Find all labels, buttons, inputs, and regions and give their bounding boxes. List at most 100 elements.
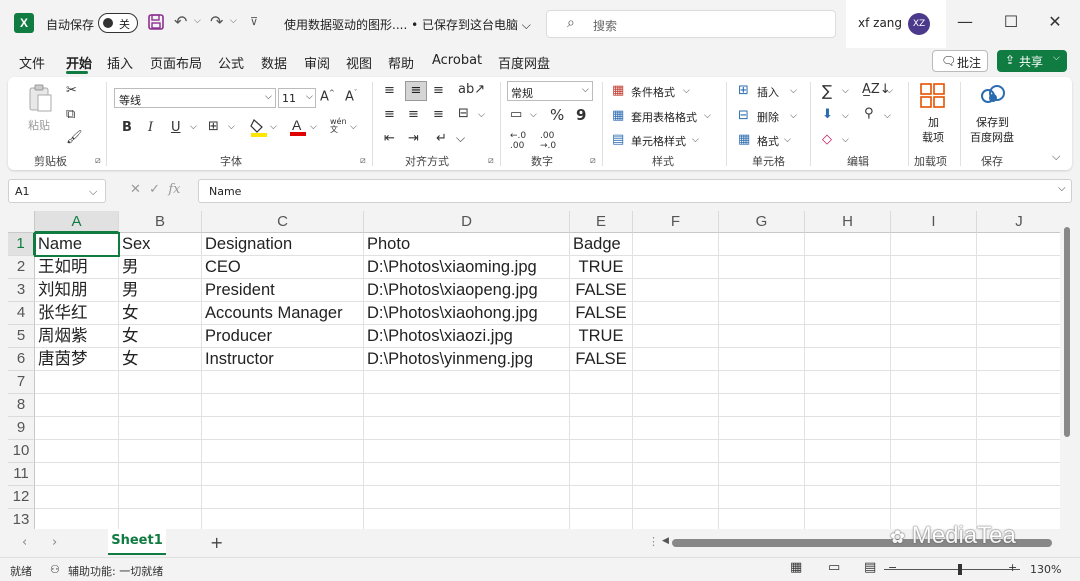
cell[interactable] (805, 325, 891, 348)
align-middle-icon[interactable]: ≡ (405, 81, 427, 101)
cell[interactable] (364, 394, 570, 417)
align-bottom-icon[interactable]: ≡ (433, 83, 444, 98)
cell[interactable] (719, 509, 805, 529)
align-left-icon[interactable]: ≡ (384, 107, 395, 122)
cell[interactable] (805, 256, 891, 279)
chevron-down-icon[interactable]: ⌵ (790, 111, 797, 121)
cell[interactable]: Badge (570, 233, 633, 256)
column-header[interactable]: A (35, 211, 119, 233)
currency-dropdown-icon[interactable]: ⌵ (530, 110, 537, 120)
accessibility-status[interactable]: 辅助功能: 一切就绪 (68, 563, 163, 579)
cell[interactable]: 张华红 (35, 302, 119, 325)
format-painter-icon[interactable]: 🖌 (66, 130, 83, 145)
cell[interactable] (364, 463, 570, 486)
customize-toolbar-icon[interactable]: ⊽ (250, 15, 258, 28)
cell[interactable] (119, 440, 202, 463)
table-format-button[interactable]: 套用表格格式 (631, 109, 697, 125)
format-cells-icon[interactable]: ▦ (738, 132, 750, 147)
orientation-icon[interactable]: ab↗ (458, 82, 485, 97)
cell[interactable]: 唐茵梦 (35, 348, 119, 371)
column-header[interactable]: G (719, 211, 805, 233)
normal-view-icon[interactable]: ▦ (790, 560, 802, 575)
cell[interactable] (891, 486, 977, 509)
font-size-select[interactable]: 11 ⌵ (278, 88, 316, 108)
cell[interactable]: D:\Photos\xiaopeng.jpg (364, 279, 570, 302)
cell[interactable] (35, 486, 119, 509)
decrease-decimal-icon[interactable]: .00 →.0 (540, 131, 556, 151)
zoom-in-icon[interactable]: + (1008, 561, 1017, 574)
cell[interactable]: 刘知朋 (35, 279, 119, 302)
formula-input[interactable]: Name (198, 179, 1072, 203)
tab-review[interactable]: 审阅 (304, 53, 330, 72)
cell[interactable]: D:\Photos\yinmeng.jpg (364, 348, 570, 371)
cell[interactable] (977, 394, 1060, 417)
undo-dropdown-icon[interactable]: ⌵ (194, 16, 201, 26)
increase-indent-icon[interactable]: ⇥ (408, 131, 419, 146)
cell[interactable] (364, 417, 570, 440)
cell[interactable] (719, 302, 805, 325)
tab-page-layout[interactable]: 页面布局 (150, 53, 202, 72)
cell[interactable] (719, 417, 805, 440)
cell[interactable]: Photo (364, 233, 570, 256)
find-dropdown-icon[interactable]: ⌵ (884, 111, 891, 121)
tab-acrobat[interactable]: Acrobat (432, 53, 482, 68)
row-header[interactable]: 4 (8, 302, 35, 325)
redo-icon[interactable]: ↷ (210, 12, 223, 31)
wrap-dropdown-icon[interactable]: ⌵ (456, 131, 465, 146)
decrease-indent-icon[interactable]: ⇤ (384, 131, 395, 146)
cell[interactable] (633, 486, 719, 509)
percent-button[interactable]: % (550, 106, 564, 124)
column-header[interactable]: H (805, 211, 891, 233)
cell[interactable]: Producer (202, 325, 364, 348)
cell[interactable] (35, 463, 119, 486)
more-options-icon[interactable]: ⋮ (648, 535, 659, 548)
cell[interactable] (570, 394, 633, 417)
save-baidu-label-line2[interactable]: 百度网盘 (970, 129, 1014, 145)
table-format-icon[interactable]: ▦ (612, 108, 624, 123)
cell[interactable] (891, 463, 977, 486)
cell[interactable] (805, 509, 891, 529)
cell[interactable] (891, 302, 977, 325)
number-launcher-icon[interactable]: ⧄ (590, 156, 596, 166)
underline-button[interactable]: U (171, 120, 181, 135)
cell[interactable] (719, 348, 805, 371)
row-header[interactable]: 3 (8, 279, 35, 302)
save-baidu-label-line1[interactable]: 保存到 (976, 114, 1009, 130)
cell[interactable] (719, 371, 805, 394)
insert-cells-button[interactable]: 插入 (757, 84, 779, 100)
clear-dropdown-icon[interactable]: ⌵ (842, 135, 849, 145)
share-button[interactable]: ⇪ 共享 ⌵ (997, 50, 1067, 72)
cell[interactable]: Accounts Manager (202, 302, 364, 325)
cell[interactable] (719, 463, 805, 486)
cell[interactable] (805, 394, 891, 417)
clear-icon[interactable]: ◇ (822, 132, 832, 147)
cell[interactable] (633, 325, 719, 348)
cell[interactable] (977, 486, 1060, 509)
cell[interactable] (633, 440, 719, 463)
cell[interactable] (633, 233, 719, 256)
row-header[interactable]: 8 (8, 394, 35, 417)
cell[interactable] (977, 463, 1060, 486)
cell[interactable] (805, 348, 891, 371)
cell[interactable]: 女 (119, 325, 202, 348)
insert-function-icon[interactable]: fx (168, 182, 180, 197)
cell[interactable] (202, 394, 364, 417)
cell[interactable] (35, 394, 119, 417)
currency-icon[interactable]: ▭ (510, 107, 522, 122)
row-header[interactable]: 2 (8, 256, 35, 279)
bold-button[interactable]: B (122, 120, 132, 135)
cell[interactable]: FALSE (570, 348, 633, 371)
column-header[interactable]: F (633, 211, 719, 233)
addins-label-line2[interactable]: 载项 (922, 129, 944, 145)
cell[interactable] (570, 417, 633, 440)
row-header[interactable]: 11 (8, 463, 35, 486)
row-header[interactable]: 12 (8, 486, 35, 509)
cell[interactable] (570, 440, 633, 463)
row-header[interactable]: 7 (8, 371, 35, 394)
notes-button[interactable]: 🗨 批注 (932, 50, 988, 72)
cell[interactable] (719, 440, 805, 463)
cell[interactable] (805, 233, 891, 256)
paste-icon[interactable] (28, 84, 54, 118)
cell[interactable] (891, 417, 977, 440)
cell[interactable] (202, 371, 364, 394)
